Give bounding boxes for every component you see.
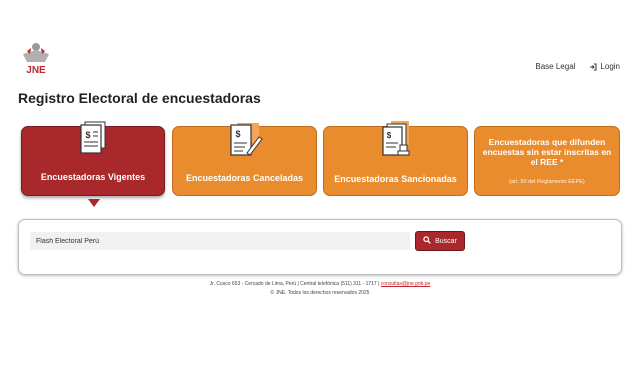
card-label: Encuestadoras que difunden encuestas sin… bbox=[482, 137, 612, 167]
card-encuestadoras-sancionadas[interactable]: $ Encuestadoras Sancionadas bbox=[323, 121, 468, 196]
document-edit-icon: $ bbox=[225, 121, 265, 164]
svg-text:$: $ bbox=[386, 131, 391, 140]
card-encuestadoras-canceladas[interactable]: $ Encuestadoras Canceladas bbox=[172, 121, 317, 196]
document-icon: $ bbox=[78, 121, 108, 160]
top-nav: Base Legal Login bbox=[535, 62, 620, 71]
card-label: Encuestadoras Vigentes bbox=[40, 172, 146, 182]
card-label: Encuestadoras Sancionadas bbox=[334, 174, 457, 184]
login-label: Login bbox=[600, 62, 620, 71]
search-input[interactable] bbox=[30, 232, 410, 250]
card-note: (art. 50 del Reglamento EEPE) bbox=[509, 179, 585, 185]
jne-logo[interactable]: JNE bbox=[17, 42, 55, 76]
card-encuestadoras-vigentes[interactable]: $ Encuestadoras Vigentes bbox=[21, 121, 165, 196]
jne-emblem-icon: JNE bbox=[22, 43, 50, 76]
search-button-label: Buscar bbox=[435, 237, 457, 245]
document-stamp-icon: $ bbox=[378, 121, 414, 164]
search-button[interactable]: Buscar bbox=[415, 231, 465, 251]
footer-email-link[interactable]: consultas@jne.gob.pe bbox=[381, 281, 431, 287]
svg-text:$: $ bbox=[235, 129, 240, 139]
login-icon bbox=[589, 63, 597, 71]
base-legal-link[interactable]: Base Legal bbox=[535, 62, 575, 71]
footer-contact-line: Jr. Cusco 653 - Cercado de Lima, Perú | … bbox=[0, 280, 640, 289]
category-cards: $ Encuestadoras Vigentes $ Encuestadoras… bbox=[21, 121, 621, 198]
login-link[interactable]: Login bbox=[589, 62, 620, 71]
card-encuestadoras-no-inscritas[interactable]: Encuestadoras que difunden encuestas sin… bbox=[474, 126, 620, 196]
footer-copyright: © JNE. Todos los derechos reservados 202… bbox=[270, 290, 370, 296]
svg-text:JNE: JNE bbox=[26, 65, 46, 76]
page-title: Registro Electoral de encuestadoras bbox=[18, 90, 261, 106]
svg-text:$: $ bbox=[85, 130, 90, 140]
search-icon bbox=[423, 236, 431, 246]
footer-address: Jr. Cusco 653 - Cercado de Lima, Perú | … bbox=[209, 281, 380, 287]
active-card-pointer bbox=[88, 199, 100, 207]
site-footer: Jr. Cusco 653 - Cercado de Lima, Perú | … bbox=[0, 280, 640, 298]
site-header: JNE Base Legal Login bbox=[0, 0, 640, 90]
search-panel: Buscar bbox=[18, 219, 622, 275]
card-label: Encuestadoras Canceladas bbox=[185, 173, 304, 183]
